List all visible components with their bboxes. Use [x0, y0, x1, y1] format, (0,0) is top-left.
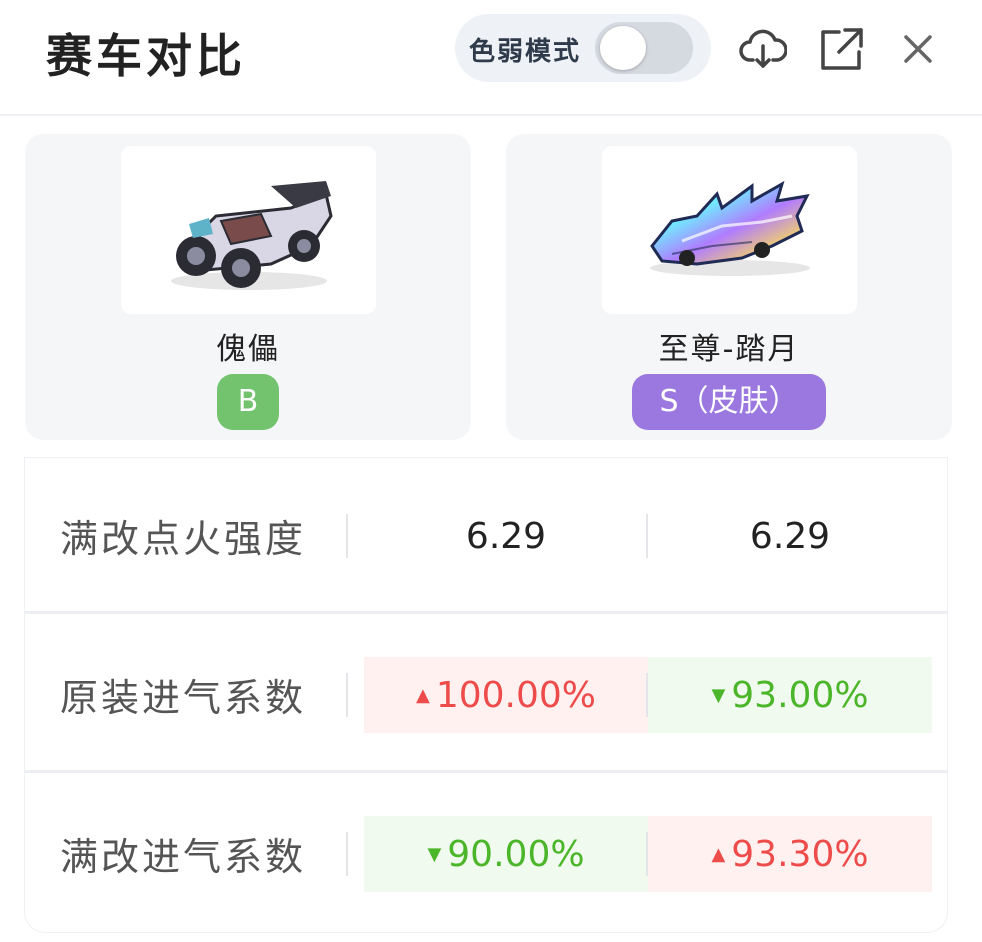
header: 赛车对比 色弱模式 [0, 0, 982, 116]
stat-row: 满改进气系数 ▼ 90.00% ▲ 93.30% [25, 776, 947, 932]
page-title: 赛车对比 [46, 29, 246, 83]
cloud-download-icon[interactable] [739, 26, 787, 72]
stat-value-text: 6.29 [749, 515, 831, 557]
stat-value-right: ▲ 93.30% [648, 816, 932, 892]
row-divider [25, 611, 947, 614]
column-divider [346, 832, 348, 876]
stat-row: 满改点火强度 6.29 6.29 [25, 458, 947, 614]
column-divider [646, 832, 648, 876]
car-grade-badge: S（皮肤） [632, 374, 826, 430]
trend-down-icon: ▼ [711, 684, 726, 706]
trend-up-icon: ▲ [415, 684, 430, 706]
car-image [121, 146, 376, 314]
colorblind-mode-label: 色弱模式 [469, 37, 582, 67]
colorblind-mode-toggle[interactable]: 色弱模式 [455, 14, 711, 82]
racer-car-illustration [650, 180, 810, 276]
column-divider [646, 673, 648, 717]
stat-value-text: 6.29 [465, 515, 547, 557]
stat-value-text: 93.00% [731, 674, 869, 716]
column-divider [346, 514, 348, 558]
stat-row: 原装进气系数 ▲ 100.00% ▼ 93.00% [25, 617, 947, 773]
stat-label: 满改点火强度 [60, 517, 307, 561]
car-card-right[interactable]: 至尊-踏月 S（皮肤） [506, 134, 952, 440]
car-compare-panel: 赛车对比 色弱模式 傀儡 B 至尊-踏月 S（皮肤） 满改点火强度 6.29 6… [0, 0, 982, 942]
stat-value-right: ▼ 93.00% [648, 657, 932, 733]
car-grade-badge: B [217, 374, 279, 430]
colorblind-switch[interactable] [595, 22, 693, 74]
car-card-left[interactable]: 傀儡 B [25, 134, 471, 440]
car-name: 至尊-踏月 [658, 332, 800, 367]
stat-label: 原装进气系数 [60, 676, 307, 720]
car-name: 傀儡 [216, 332, 280, 367]
stat-value-text: 93.30% [731, 833, 869, 875]
stat-value-text: 90.00% [447, 833, 585, 875]
stat-label: 满改进气系数 [60, 835, 307, 879]
stat-value-left: 6.29 [364, 498, 648, 574]
stat-value-left: ▼ 90.00% [364, 816, 648, 892]
car-image [602, 146, 857, 314]
stats-table: 满改点火强度 6.29 6.29 原装进气系数 ▲ 100.00% ▼ 93.0… [25, 458, 947, 932]
close-icon[interactable] [896, 26, 940, 72]
trend-down-icon: ▼ [427, 843, 442, 865]
stat-value-right: 6.29 [648, 498, 932, 574]
row-divider [25, 770, 947, 773]
kart-car-illustration [171, 181, 333, 290]
car-cards: 傀儡 B 至尊-踏月 S（皮肤） [0, 118, 982, 458]
external-link-icon[interactable] [817, 26, 865, 72]
stat-value-text: 100.00% [435, 674, 596, 716]
trend-up-icon: ▲ [711, 843, 726, 865]
column-divider [346, 673, 348, 717]
stat-value-left: ▲ 100.00% [364, 657, 648, 733]
switch-knob [600, 26, 646, 70]
